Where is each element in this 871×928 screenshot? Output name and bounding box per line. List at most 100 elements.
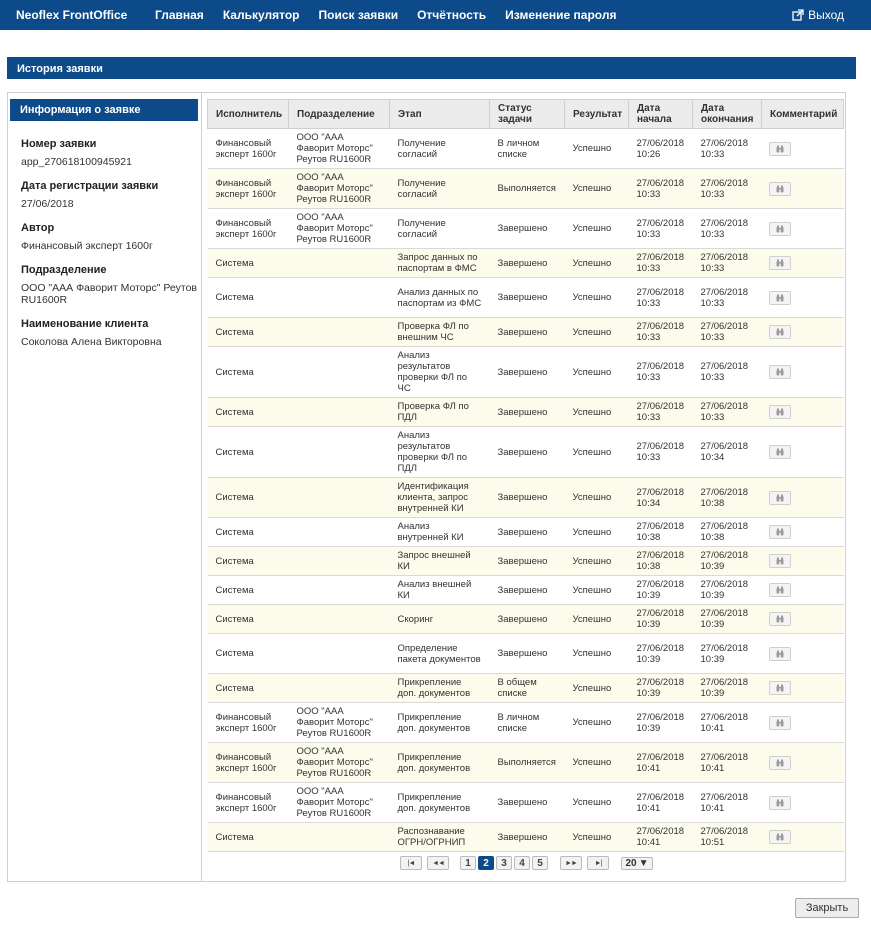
view-comment-button[interactable] [768,256,791,270]
page-button[interactable]: 5 [532,856,548,870]
view-comment-button[interactable] [768,830,791,844]
nav-item-reports[interactable]: Отчётность [417,8,486,22]
column-header[interactable]: Подразделение [288,99,390,129]
table-header-row: Исполнитель Подразделение Этап Статус за… [207,99,844,129]
view-comment-button[interactable] [768,681,791,695]
column-header[interactable]: Дата начала [628,99,693,129]
view-comment-button[interactable] [768,490,791,505]
view-comment-button[interactable] [768,525,791,539]
last-page-button[interactable]: ►| [587,856,609,870]
cell-department [288,477,390,518]
cell-start-date: 27/06/2018 10:33 [628,346,693,398]
binoculars-icon [776,759,783,766]
page-size-select[interactable]: 20 ▼ [621,856,653,870]
cell-performer: Система [207,346,289,398]
cell-comment [761,168,844,209]
view-comment-button[interactable] [768,221,791,236]
binoculars-icon [776,557,783,565]
external-link-icon [792,9,804,21]
binoculars-icon [776,799,783,806]
view-comment-button[interactable] [768,646,791,661]
nav-item-calculator[interactable]: Калькулятор [223,8,300,22]
view-comment-button[interactable] [768,715,791,730]
app-brand[interactable]: Neoflex FrontOffice [16,8,127,22]
page-button[interactable]: 1 [460,856,476,870]
field-value: app_270618100945921 [21,156,132,168]
close-button[interactable]: Закрыть [795,898,859,918]
table-row: Финансовый эксперт 1600г ООО "ААА Фаворит… [207,168,844,209]
cell-stage: Получение согласий [389,128,490,169]
cell-stage: Прикрепление доп. документов [389,673,490,703]
cell-stage: Анализ внешней КИ [389,575,490,605]
view-comment-button[interactable] [768,795,791,810]
first-page-button[interactable]: |◄ [400,856,422,870]
table-row: Финансовый эксперт 1600г ООО "ААА Фаворит… [207,128,844,169]
nav-item-change-password[interactable]: Изменение пароля [505,8,616,22]
view-comment-button[interactable] [768,365,791,379]
field-value: Финансовый эксперт 1600г [21,240,153,252]
page-button[interactable]: 3 [496,856,512,870]
application-info-sidebar: Информация о заявке Номер заявки app_270… [7,92,202,882]
cell-end-date: 27/06/2018 10:39 [692,633,762,674]
cell-comment [761,702,844,743]
next-page-button[interactable]: ►► [560,856,582,870]
column-header[interactable]: Комментарий [761,99,844,129]
logout-link[interactable]: Выход [792,8,844,22]
cell-department [288,346,390,398]
view-comment-button[interactable] [768,405,791,419]
field-department: Подразделение ООО "ААА Фаворит Моторс" Р… [21,264,199,306]
binoculars-icon [776,225,783,232]
view-comment-button[interactable] [768,325,791,339]
view-comment-button[interactable] [768,583,791,597]
cell-comment [761,426,844,478]
cell-stage: Определение пакета документов [389,633,490,674]
prev-page-button[interactable]: ◄◄ [427,856,449,870]
cell-stage: Прикрепление доп. документов [389,702,490,743]
cell-status: Завершено [489,317,565,347]
table-row: Система Скоринг Завершено Успешно 27/06/2018… [207,604,844,634]
cell-department [288,517,390,547]
field-label: Номер заявки [21,138,97,150]
page-button-current[interactable]: 2 [478,856,494,870]
nav-item-home[interactable]: Главная [155,8,204,22]
cell-start-date: 27/06/2018 10:38 [628,546,693,576]
view-comment-button[interactable] [768,755,791,770]
column-header[interactable]: Статус задачи [489,99,565,129]
cell-result: Успешно [564,168,629,209]
cell-start-date: 27/06/2018 10:33 [628,397,693,427]
cell-status: Завершено [489,575,565,605]
cell-status: Завершено [489,822,565,852]
sidebar-fields: Номер заявки app_270618100945921 Дата ре… [21,138,199,360]
cell-start-date: 27/06/2018 10:33 [628,208,693,249]
cell-result: Успешно [564,702,629,743]
view-comment-button[interactable] [768,612,791,626]
view-comment-button[interactable] [768,554,791,568]
cell-result: Успешно [564,546,629,576]
cell-department [288,397,390,427]
column-header[interactable]: Результат [564,99,629,129]
column-header[interactable]: Этап [389,99,490,129]
nav-item-search-application[interactable]: Поиск заявки [318,8,398,22]
cell-stage: Распознавание ОГРН/ОГРНИП [389,822,490,852]
cell-status: Завершено [489,248,565,278]
view-comment-button[interactable] [768,445,791,459]
column-header[interactable]: Дата окончания [692,99,762,129]
cell-comment [761,346,844,398]
cell-end-date: 27/06/2018 10:33 [692,208,762,249]
cell-comment [761,517,844,547]
cell-start-date: 27/06/2018 10:39 [628,575,693,605]
binoculars-icon [776,448,783,456]
cell-result: Успешно [564,604,629,634]
view-comment-button[interactable] [768,141,791,156]
cell-end-date: 27/06/2018 10:33 [692,346,762,398]
binoculars-icon [776,684,783,692]
cell-result: Успешно [564,248,629,278]
cell-comment [761,782,844,823]
cell-end-date: 27/06/2018 10:34 [692,426,762,478]
table-row: Система Прикрепление доп. документов В общ… [207,673,844,703]
column-header[interactable]: Исполнитель [207,99,289,129]
page-button[interactable]: 4 [514,856,530,870]
view-comment-button[interactable] [768,290,791,305]
view-comment-button[interactable] [768,181,791,196]
cell-end-date: 27/06/2018 10:38 [692,477,762,518]
